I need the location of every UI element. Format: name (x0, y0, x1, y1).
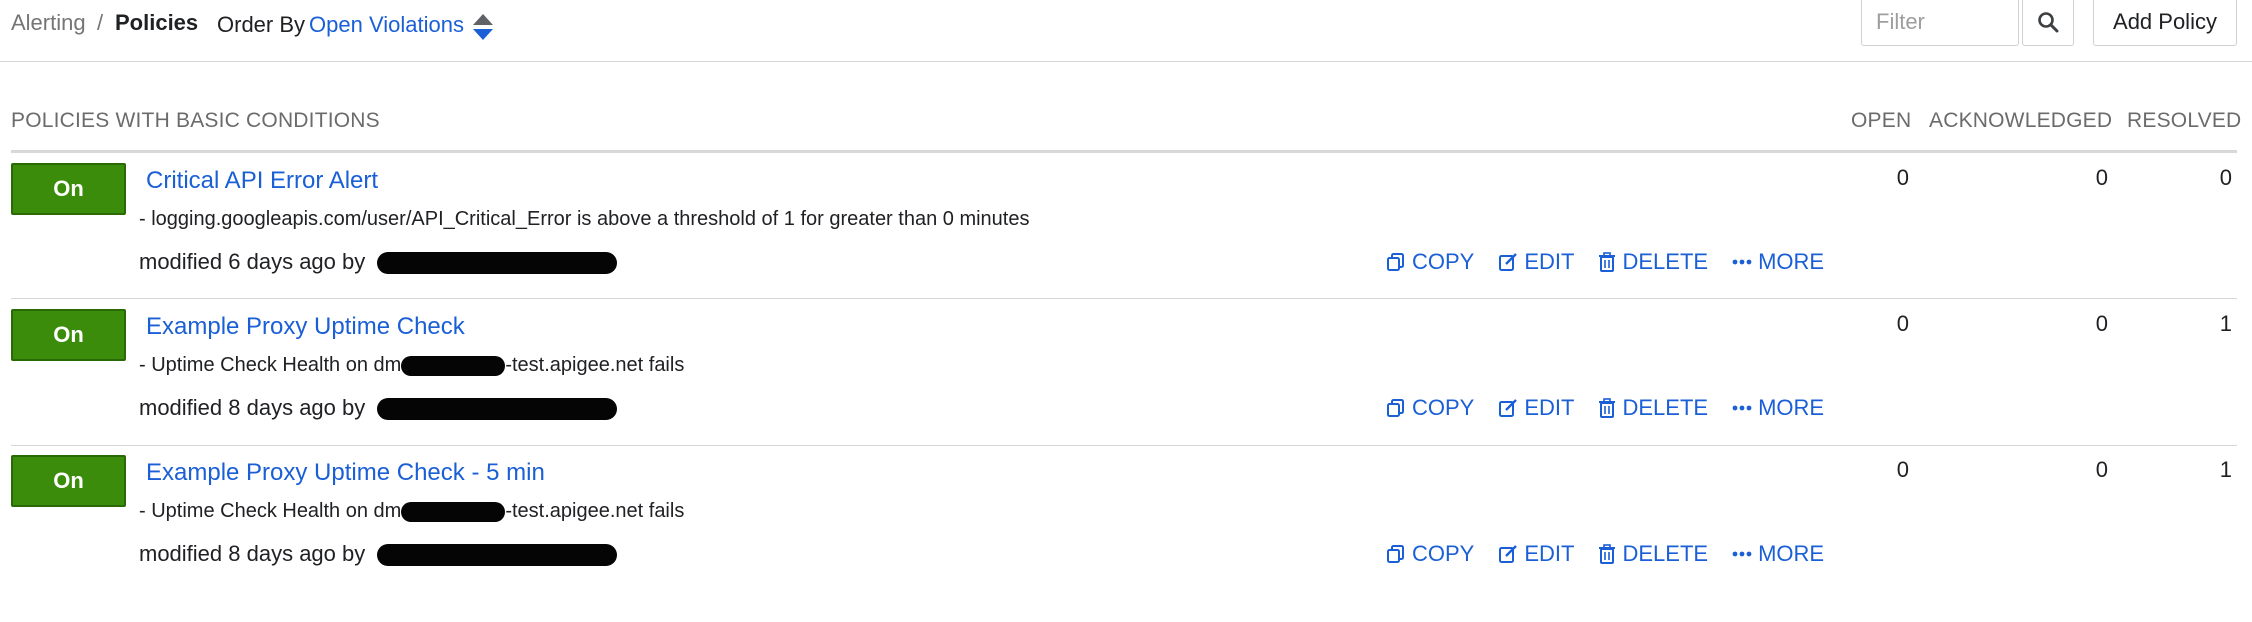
policy-modified: modified 8 days ago by (139, 541, 618, 567)
edit-action[interactable]: EDIT (1498, 249, 1574, 275)
more-action[interactable]: MORE (1732, 541, 1824, 567)
redacted-email (377, 398, 618, 421)
policy-modified: modified 8 days ago by (139, 395, 618, 421)
column-resolved: RESOLVED (2127, 109, 2242, 132)
policy-description: - Uptime Check Health on dm -test.apigee.… (139, 500, 685, 522)
edit-action[interactable]: EDIT (1498, 395, 1574, 421)
open-count: 0 (1896, 311, 1909, 336)
delete-action[interactable]: DELETE (1598, 395, 1708, 421)
more-icon (1732, 405, 1752, 411)
more-action[interactable]: MORE (1732, 395, 1824, 421)
filter-input[interactable] (1861, 0, 2019, 46)
policy-row: On Critical API Error Alert - logging.go… (0, 153, 2252, 299)
policy-modified: modified 6 days ago by (139, 249, 618, 275)
sort-direction-icon[interactable] (472, 12, 494, 42)
policy-actions: COPY EDIT DELETE MORE (1386, 395, 1848, 421)
policy-name-link[interactable]: Example Proxy Uptime Check - 5 min (146, 459, 545, 487)
policy-actions: COPY EDIT DELETE MORE (1386, 249, 1848, 275)
policy-modified-text: modified 8 days ago by (139, 395, 366, 420)
edit-icon (1499, 545, 1518, 563)
redacted-email (377, 544, 618, 567)
acknowledged-count: 0 (2095, 457, 2108, 482)
order-by-label: Order By (217, 12, 306, 37)
edit-action[interactable]: EDIT (1498, 541, 1574, 567)
acknowledged-count: 0 (2095, 311, 2108, 336)
delete-action[interactable]: DELETE (1598, 249, 1708, 275)
delete-action[interactable]: DELETE (1598, 541, 1708, 567)
trash-icon (1599, 252, 1616, 272)
trash-icon (1599, 398, 1616, 418)
open-count: 0 (1896, 457, 1909, 482)
breadcrumb-alerting[interactable]: Alerting (11, 10, 86, 36)
copy-action[interactable]: COPY (1386, 541, 1474, 567)
breadcrumb-separator: / (97, 10, 104, 35)
column-open: OPEN (1851, 109, 1912, 132)
resolved-count: 1 (2219, 457, 2232, 482)
copy-icon (1387, 545, 1404, 563)
redacted-text (401, 355, 506, 376)
column-acknowledged: ACKNOWLEDGED (1929, 109, 2113, 132)
policy-description: - Uptime Check Health on dm -test.apigee.… (139, 354, 685, 376)
redacted-text (401, 501, 506, 522)
open-count: 0 (1896, 165, 1909, 190)
policy-enabled-toggle[interactable]: On (11, 163, 126, 215)
policy-modified-text: modified 8 days ago by (139, 541, 366, 566)
search-icon (2038, 12, 2059, 33)
resolved-count: 1 (2219, 311, 2232, 336)
policy-name-link[interactable]: Critical API Error Alert (146, 167, 378, 195)
policy-description: - logging.googleapis.com/user/API_Critic… (139, 208, 1030, 230)
acknowledged-count: 0 (2095, 165, 2108, 190)
policy-enabled-toggle[interactable]: On (11, 455, 126, 507)
page-header: Alerting / Policies Order By Open Violati… (0, 0, 2252, 62)
policy-row: On Example Proxy Uptime Check - 5 min - … (0, 445, 2252, 591)
copy-action[interactable]: COPY (1386, 249, 1474, 275)
more-action[interactable]: MORE (1732, 249, 1824, 275)
resolved-count: 0 (2219, 165, 2232, 190)
search-button[interactable] (2022, 0, 2074, 46)
copy-action[interactable]: COPY (1386, 395, 1474, 421)
add-policy-button[interactable]: Add Policy (2093, 0, 2237, 46)
edit-icon (1499, 399, 1518, 417)
more-icon (1732, 551, 1752, 557)
trash-icon (1599, 544, 1616, 564)
more-icon (1732, 259, 1752, 265)
section-title: POLICIES WITH BASIC CONDITIONS (11, 109, 380, 132)
page-title: Policies (115, 10, 199, 35)
copy-icon (1387, 253, 1404, 271)
policy-enabled-toggle[interactable]: On (11, 309, 126, 361)
policy-row: On Example Proxy Uptime Check - Uptime C… (0, 299, 2252, 446)
policy-actions: COPY EDIT DELETE MORE (1386, 541, 1848, 567)
policy-modified-text: modified 6 days ago by (139, 249, 366, 274)
policy-name-link[interactable]: Example Proxy Uptime Check (146, 313, 465, 341)
edit-icon (1499, 253, 1518, 271)
order-by: Order By Open Violations (217, 12, 464, 38)
order-by-select[interactable]: Open Violations (309, 12, 464, 37)
redacted-email (377, 252, 618, 275)
copy-icon (1387, 399, 1404, 417)
